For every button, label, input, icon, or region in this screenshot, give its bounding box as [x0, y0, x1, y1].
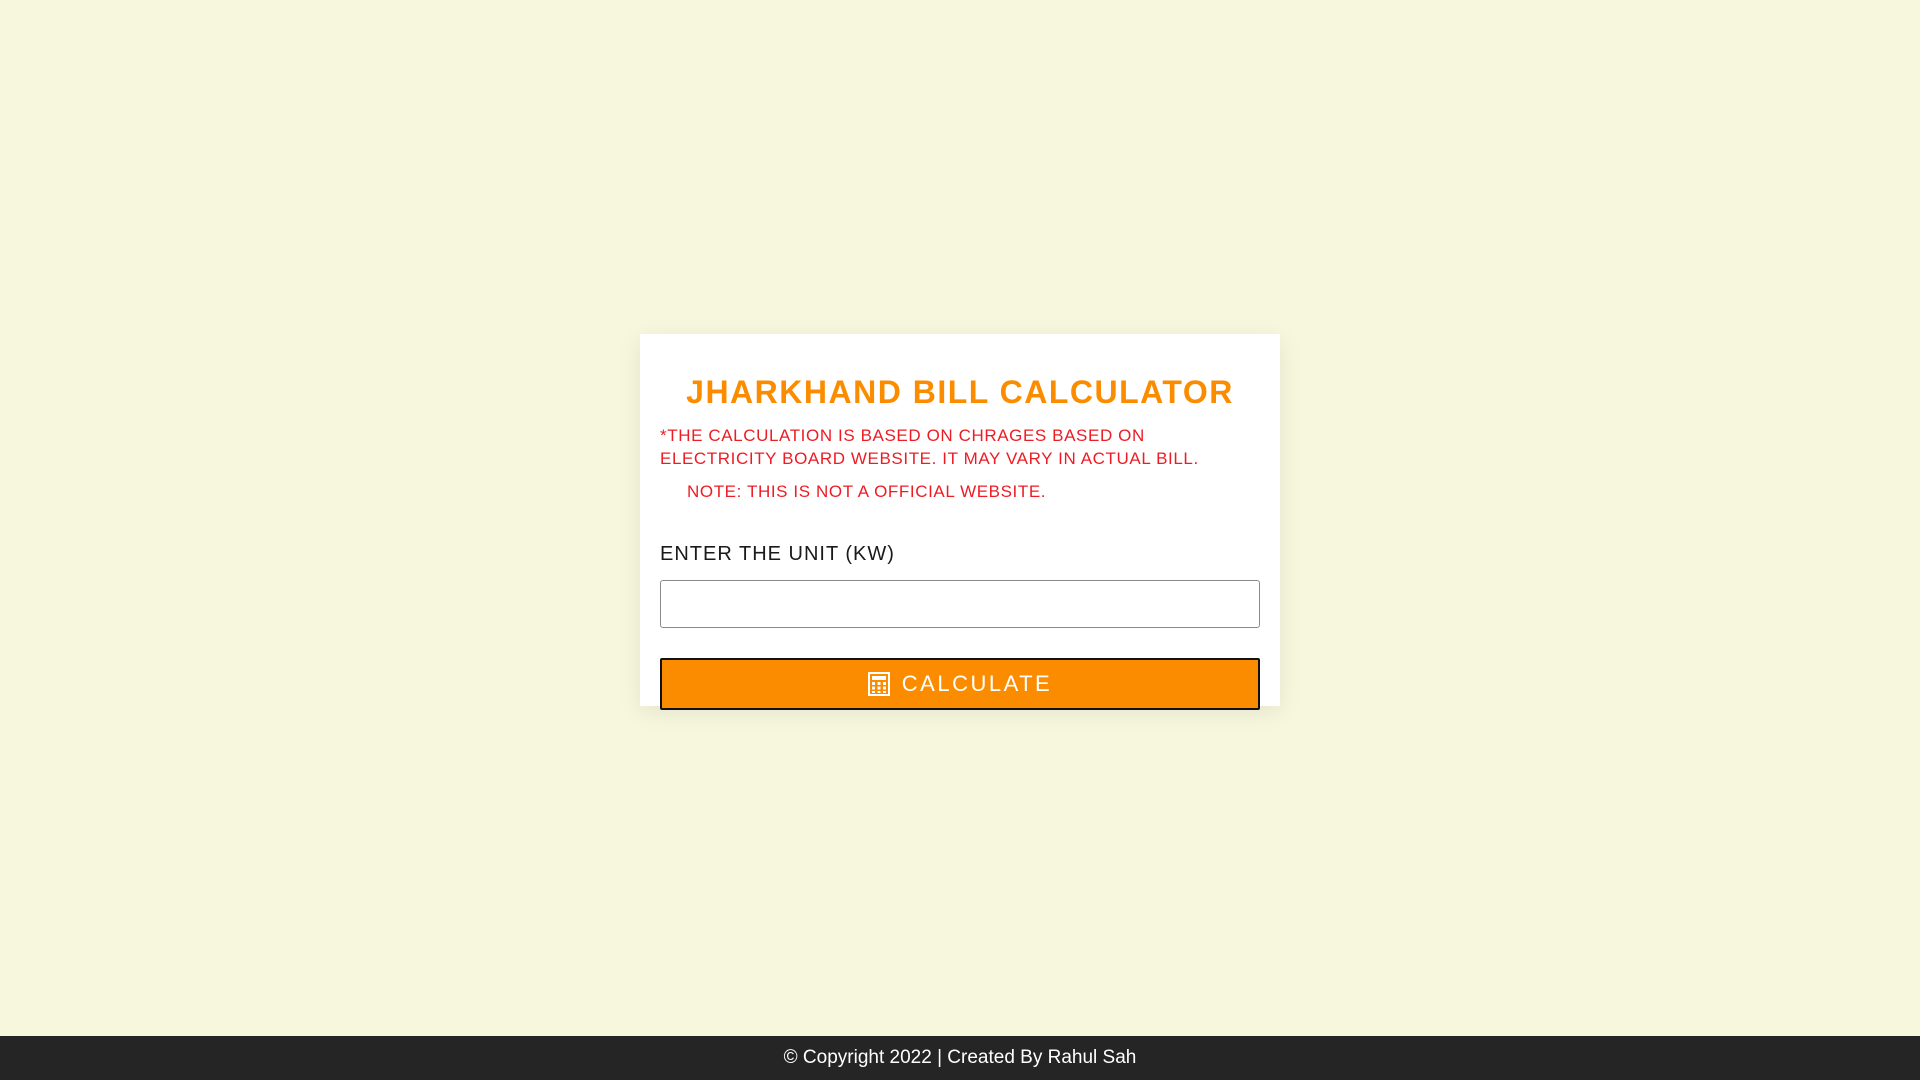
- disclaimer-text: *The calculation is based on chrages bas…: [660, 426, 1199, 468]
- calculator-card: Jharkhand Bill Calculator *The calculati…: [640, 334, 1280, 710]
- footer-copyright: © Copyright 2022 | Created By Rahul Sah: [783, 1047, 1137, 1068]
- footer: © Copyright 2022 | Created By Rahul Sah: [0, 1036, 1920, 1080]
- note-text: Note: This is not a official website.: [687, 482, 1047, 501]
- calculate-button[interactable]: Calculate: [660, 658, 1260, 710]
- unit-label: Enter the unit (KW): [660, 543, 895, 565]
- calculator-icon: [867, 672, 890, 696]
- page-title: Jharkhand Bill Calculator: [686, 374, 1234, 410]
- calculate-button-label: Calculate: [901, 671, 1053, 696]
- unit-input[interactable]: [660, 580, 1260, 628]
